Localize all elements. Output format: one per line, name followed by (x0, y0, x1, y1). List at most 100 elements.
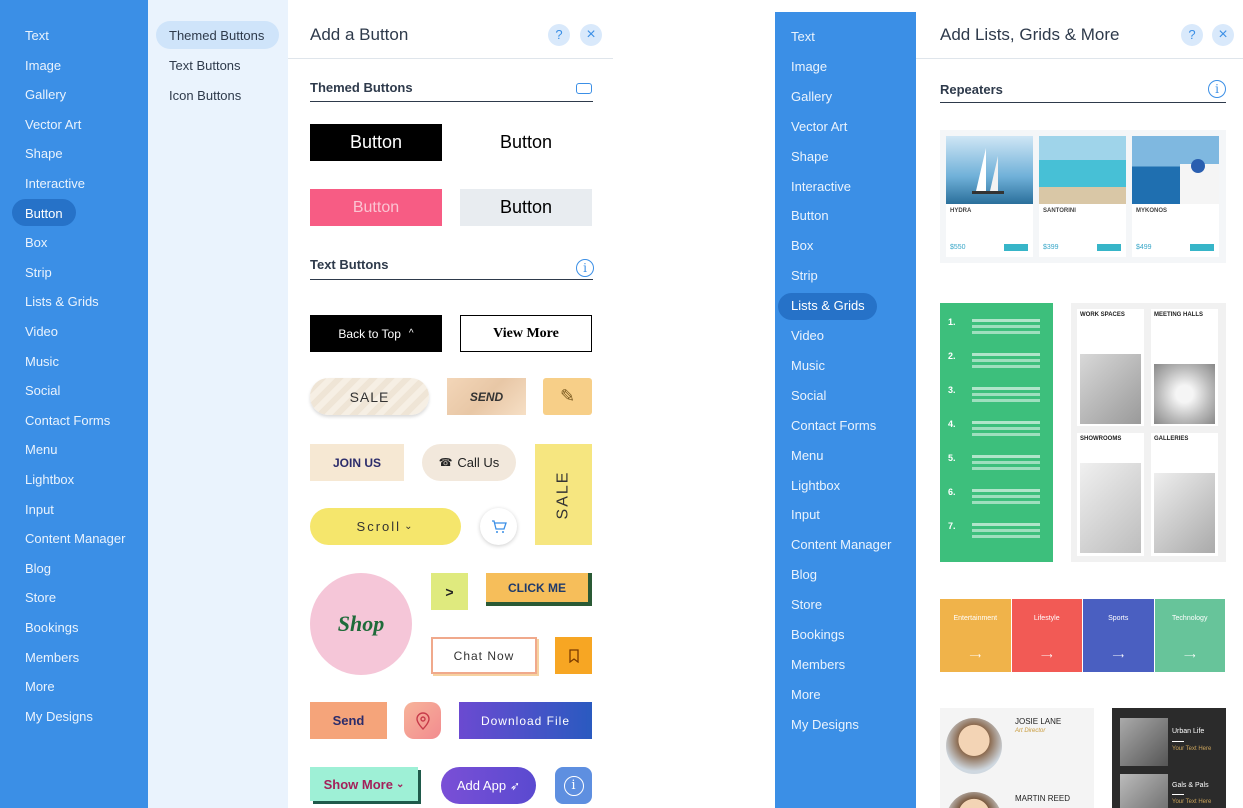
back-to-top-button[interactable]: Back to Top ^ (310, 315, 442, 352)
right-sidebar-item-social[interactable]: Social (791, 388, 826, 403)
left-sidebar-item-store[interactable]: Store (25, 590, 56, 605)
sale-button[interactable]: SALE (310, 378, 429, 415)
call-us-label: Call Us (457, 455, 500, 470)
travel-card-name: HYDRA (950, 208, 972, 214)
left-sidebar-item-shape[interactable]: Shape (25, 146, 63, 161)
scroll-button[interactable]: Scroll ⌄ (310, 508, 461, 545)
view-more-button[interactable]: View More (460, 315, 592, 352)
download-file-button[interactable]: Download File (459, 702, 592, 739)
repeater-preview-dark-list[interactable]: Urban Life Your Text Here Gals & Pals Yo… (1112, 708, 1226, 808)
show-more-button[interactable]: Show More ⌄ (310, 767, 418, 801)
right-help-button[interactable]: ? (1181, 24, 1203, 46)
left-sidebar-item-vector-art[interactable]: Vector Art (25, 117, 81, 132)
left-help-button[interactable]: ? (548, 24, 570, 46)
left-sidebar-item-button[interactable]: Button (25, 206, 63, 221)
right-sidebar-item-music[interactable]: Music (791, 358, 825, 373)
book-now-button (1190, 244, 1214, 251)
arrow-button[interactable]: > (431, 573, 468, 610)
right-sidebar-item-contact-forms[interactable]: Contact Forms (791, 418, 876, 433)
chevron-down-icon: ⌄ (404, 521, 415, 532)
right-sidebar-item-button[interactable]: Button (791, 208, 829, 223)
right-sidebar-item-store[interactable]: Store (791, 597, 822, 612)
left-sidebar-item-members[interactable]: Members (25, 650, 79, 665)
repeater-preview-numbered-list[interactable]: 1. 2. 3. 4. 5. 6. 7. (940, 303, 1053, 562)
info-icon[interactable]: i (1208, 80, 1226, 98)
category-tile-label: Lifestyle (1033, 615, 1060, 622)
left-sidebar-item-interactive[interactable]: Interactive (25, 176, 85, 191)
bookmark-button[interactable] (555, 637, 592, 674)
left-sidebar-item-menu[interactable]: Menu (25, 442, 58, 457)
click-me-button[interactable]: CLICK ME (486, 573, 592, 606)
right-sidebar-item-gallery[interactable]: Gallery (791, 89, 832, 104)
subcategory-text-buttons[interactable]: Text Buttons (169, 58, 241, 73)
left-sidebar-item-more[interactable]: More (25, 679, 55, 694)
pencil-button[interactable]: ✎ (543, 378, 592, 415)
right-sidebar-item-lists-grids[interactable]: Lists & Grids (791, 298, 865, 313)
repeater-preview-people-list[interactable]: JOSIE LANE Art Director MARTIN REED (940, 708, 1094, 808)
cart-button[interactable] (480, 508, 517, 545)
video-icon[interactable] (576, 83, 592, 94)
repeater-preview-travel-cards[interactable]: HYDRA $550 SANTORINI $399 MYKONOS $499 (940, 130, 1226, 263)
numbered-list-text (972, 523, 1040, 526)
right-sidebar-item-my-designs[interactable]: My Designs (791, 717, 859, 732)
left-sidebar-item-image[interactable]: Image (25, 58, 61, 73)
right-sidebar-item-bookings[interactable]: Bookings (791, 627, 844, 642)
right-sidebar-item-vector-art[interactable]: Vector Art (791, 119, 847, 134)
themed-button-gray[interactable]: Button (460, 189, 592, 226)
right-sidebar-item-more[interactable]: More (791, 687, 821, 702)
right-sidebar-item-blog[interactable]: Blog (791, 567, 817, 582)
left-sidebar-item-contact-forms[interactable]: Contact Forms (25, 413, 110, 428)
left-sidebar-item-gallery[interactable]: Gallery (25, 87, 66, 102)
subcategory-themed-buttons[interactable]: Themed Buttons (169, 28, 264, 43)
themed-button-pink[interactable]: Button (310, 189, 442, 226)
right-sidebar-item-box[interactable]: Box (791, 238, 813, 253)
subcategory-icon-buttons[interactable]: Icon Buttons (169, 88, 241, 103)
add-app-label: Add App (456, 778, 507, 793)
left-sidebar-item-lists-grids[interactable]: Lists & Grids (25, 294, 99, 309)
right-close-button[interactable]: × (1212, 24, 1234, 46)
right-sidebar-item-video[interactable]: Video (791, 328, 824, 343)
book-now-button (1097, 244, 1121, 251)
left-sidebar-item-music[interactable]: Music (25, 354, 59, 369)
dark-list-divider (1172, 794, 1184, 795)
repeater-preview-category-tiles[interactable]: Entertainment ⟶ Lifestyle ⟶ Sports ⟶ Technolog… (940, 599, 1226, 672)
right-sidebar-item-content-manager[interactable]: Content Manager (791, 537, 891, 552)
left-sidebar-item-box[interactable]: Box (25, 235, 47, 250)
themed-button-black[interactable]: Button (310, 124, 442, 161)
left-sidebar-item-my-designs[interactable]: My Designs (25, 709, 93, 724)
right-sidebar-item-interactive[interactable]: Interactive (791, 179, 851, 194)
send-button[interactable]: SEND (447, 378, 526, 415)
shop-button[interactable]: Shop (310, 573, 412, 675)
location-button[interactable] (404, 702, 441, 739)
right-sidebar-item-text[interactable]: Text (791, 29, 815, 44)
dark-list-title: Urban Life (1172, 728, 1205, 735)
right-sidebar-item-strip[interactable]: Strip (791, 268, 818, 283)
right-sidebar-item-lightbox[interactable]: Lightbox (791, 478, 840, 493)
right-sidebar-item-menu[interactable]: Menu (791, 448, 824, 463)
space-card-image (1154, 473, 1215, 553)
chat-now-button[interactable]: Chat Now (431, 637, 537, 674)
left-sidebar-item-blog[interactable]: Blog (25, 561, 51, 576)
right-sidebar-item-input[interactable]: Input (791, 507, 820, 522)
left-sidebar-item-text[interactable]: Text (25, 28, 49, 43)
send-orange-button[interactable]: Send (310, 702, 387, 739)
info-circle-button[interactable]: i (555, 767, 592, 804)
left-sidebar-item-content-manager[interactable]: Content Manager (25, 531, 125, 546)
themed-button-plain[interactable]: Button (460, 124, 592, 161)
call-us-button[interactable]: ☎ Call Us (422, 444, 516, 481)
left-sidebar-item-video[interactable]: Video (25, 324, 58, 339)
repeater-preview-spaces-grid[interactable]: WORK SPACES MEETING HALLS SHOWROOMS GALL… (1071, 303, 1226, 562)
left-sidebar-item-lightbox[interactable]: Lightbox (25, 472, 74, 487)
left-sidebar-item-social[interactable]: Social (25, 383, 60, 398)
left-close-button[interactable]: × (580, 24, 602, 46)
right-sidebar-item-shape[interactable]: Shape (791, 149, 829, 164)
join-us-button[interactable]: JOIN US (310, 444, 404, 481)
right-sidebar-item-image[interactable]: Image (791, 59, 827, 74)
left-sidebar-item-bookings[interactable]: Bookings (25, 620, 78, 635)
left-sidebar-item-input[interactable]: Input (25, 502, 54, 517)
add-app-button[interactable]: Add App ➶ (441, 767, 536, 804)
right-sidebar-item-members[interactable]: Members (791, 657, 845, 672)
sale-vertical-button[interactable]: SALE (535, 444, 592, 545)
left-sidebar-item-strip[interactable]: Strip (25, 265, 52, 280)
info-icon[interactable]: i (576, 259, 594, 277)
